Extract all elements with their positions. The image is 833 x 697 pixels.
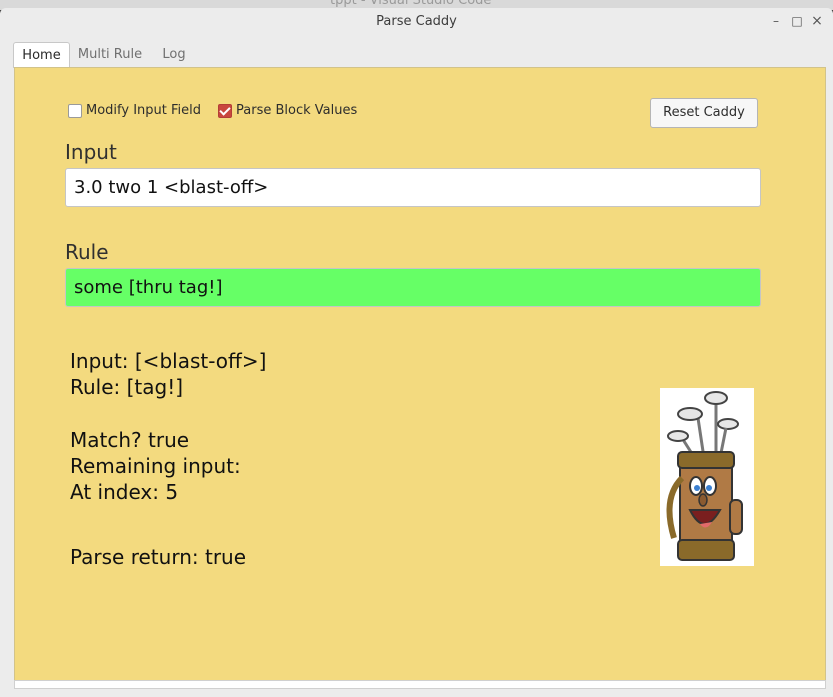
modify-input-label: Modify Input Field xyxy=(86,103,202,118)
maximize-icon[interactable]: □ xyxy=(789,13,805,29)
reset-caddy-button[interactable]: Reset Caddy xyxy=(650,98,758,128)
output-input-line: Input: [<blast-off>] xyxy=(70,349,267,373)
background-title-text: tppt - Visual Studio Code xyxy=(330,0,492,8)
output-remaining-line: Remaining input: xyxy=(70,454,241,478)
output-match-line: Match? true xyxy=(70,428,190,452)
minimize-icon[interactable]: – xyxy=(768,13,784,29)
parse-caddy-window: Parse Caddy – □ × Home Multi Rule Log Mo… xyxy=(0,8,833,697)
parse-block-label: Parse Block Values xyxy=(236,103,358,118)
close-icon[interactable]: × xyxy=(809,13,825,29)
golf-bag-icon xyxy=(666,391,743,561)
modify-input-checkbox[interactable]: Modify Input Field xyxy=(68,103,201,118)
tab-multi-rule[interactable]: Multi Rule xyxy=(75,42,145,67)
input-label: Input xyxy=(65,140,117,164)
home-panel: Modify Input Field Parse Block Values Re… xyxy=(14,67,826,681)
output-index-line: At index: 5 xyxy=(70,480,179,504)
bottom-bar xyxy=(14,680,826,689)
tab-home[interactable]: Home xyxy=(13,42,70,68)
rule-field[interactable]: some [thru tag!] xyxy=(65,268,761,307)
parse-block-checkbox[interactable]: Parse Block Values xyxy=(218,103,357,118)
titlebar[interactable]: Parse Caddy – □ × xyxy=(0,8,833,38)
output-rule-line: Rule: [tag!] xyxy=(70,375,184,399)
modify-input-box[interactable] xyxy=(68,103,82,118)
tab-log[interactable]: Log xyxy=(153,42,195,67)
parse-block-box[interactable] xyxy=(218,103,232,118)
rule-label: Rule xyxy=(65,240,109,264)
input-field[interactable]: 3.0 two 1 <blast-off> xyxy=(65,168,761,207)
window-title: Parse Caddy xyxy=(376,14,457,29)
output-return-line: Parse return: true xyxy=(70,545,247,569)
golf-bag-caddy-image xyxy=(660,388,754,566)
